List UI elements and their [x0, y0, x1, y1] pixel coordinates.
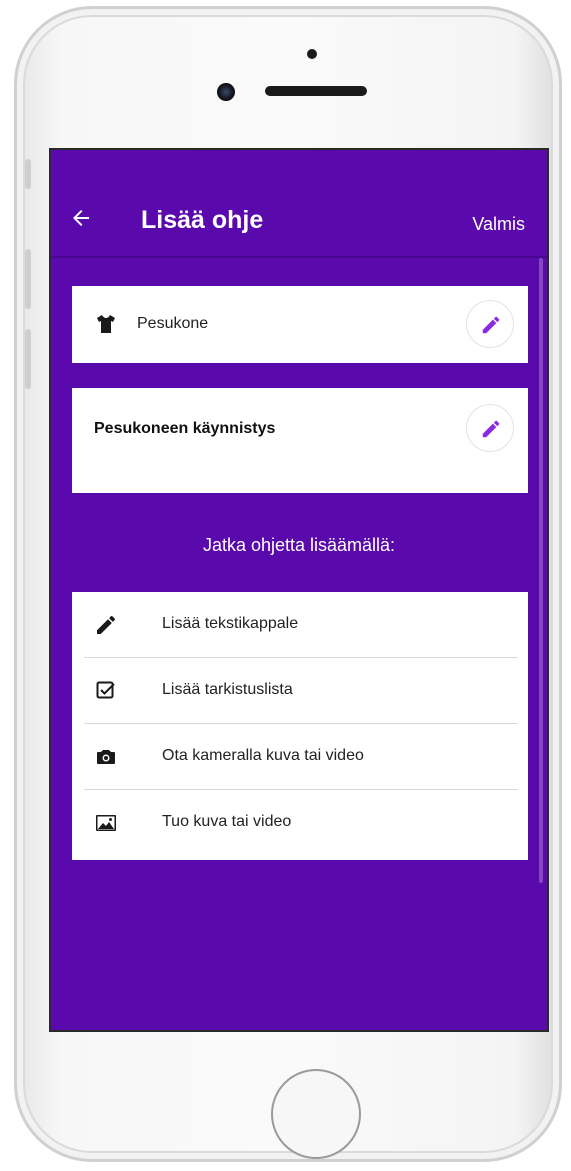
- volume-up-button: [25, 249, 31, 309]
- scrollbar[interactable]: [539, 258, 543, 883]
- pencil-icon: [482, 420, 500, 438]
- pencil-icon: [94, 613, 118, 637]
- front-camera: [217, 83, 235, 101]
- edit-category-button[interactable]: [466, 300, 514, 348]
- add-text-paragraph-option[interactable]: Lisää tekstikappale: [72, 592, 528, 658]
- take-photo-video-option[interactable]: Ota kameralla kuva tai video: [72, 724, 528, 790]
- mute-switch: [25, 159, 31, 189]
- option-label: Tuo kuva tai video: [162, 813, 292, 830]
- volume-down-button: [25, 329, 31, 389]
- pencil-icon: [482, 316, 500, 334]
- title-card: Pesukoneen käynnistys: [72, 388, 528, 493]
- category-label: Pesukone: [137, 315, 209, 332]
- page-title: Lisää ohje: [141, 206, 264, 234]
- earpiece-speaker: [265, 86, 367, 96]
- image-icon: [94, 811, 118, 835]
- edit-title-button[interactable]: [466, 404, 514, 452]
- add-options-list: Lisää tekstikappale Lisää tarkistuslista: [72, 592, 528, 860]
- checkbox-icon: [94, 679, 118, 703]
- arrow-left-icon[interactable]: [69, 206, 93, 230]
- home-button[interactable]: [271, 1069, 361, 1159]
- option-label: Lisää tekstikappale: [162, 615, 299, 632]
- option-label: Lisää tarkistuslista: [162, 681, 293, 698]
- import-photo-video-option[interactable]: Tuo kuva tai video: [72, 790, 528, 856]
- category-card: Pesukone: [72, 286, 528, 363]
- done-button[interactable]: Valmis: [472, 214, 525, 234]
- app-screen: Lisää ohje Valmis Pesukone Pesukoneen kä…: [49, 148, 549, 1032]
- camera-icon: [94, 745, 118, 769]
- proximity-sensor: [307, 49, 317, 59]
- instruction-title: Pesukoneen käynnistys: [94, 420, 276, 437]
- continue-prompt: Jatka ohjetta lisäämällä:: [202, 535, 396, 555]
- shirt-icon: [94, 312, 118, 336]
- add-checklist-option[interactable]: Lisää tarkistuslista: [72, 658, 528, 724]
- app-bar: Lisää ohje Valmis: [51, 150, 547, 258]
- option-label: Ota kameralla kuva tai video: [162, 747, 364, 764]
